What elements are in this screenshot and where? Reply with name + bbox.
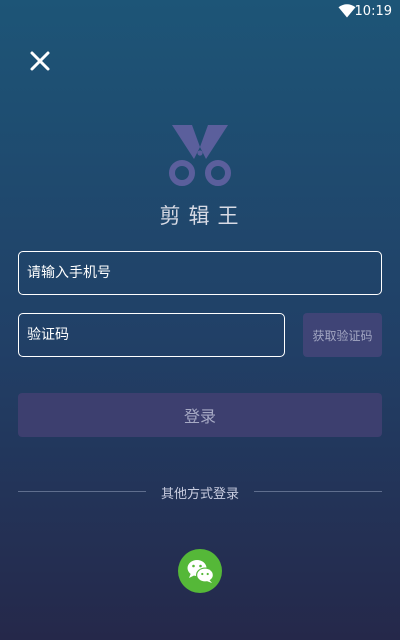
get-code-button[interactable]: 获取验证码 [303,313,382,357]
other-login-methods-label: 其他方式登录 [160,487,239,502]
login-label: 登录 [183,407,216,426]
verification-code-input[interactable] [18,313,285,357]
status-time: 10:19 [354,4,392,19]
divider-right [254,491,382,492]
close-icon [30,51,50,71]
wifi-icon [338,4,356,18]
get-code-label: 获取验证码 [312,328,373,343]
close-button[interactable] [27,48,53,74]
phone-input[interactable] [18,251,382,295]
login-button[interactable]: 登录 [18,393,382,437]
divider-left [18,491,146,492]
wechat-login-button[interactable] [178,549,222,593]
status-bar: 10:19 [0,0,400,24]
app-name: 剪辑王 [159,204,247,228]
wechat-icon [187,560,214,583]
scissors-icon [169,125,231,186]
